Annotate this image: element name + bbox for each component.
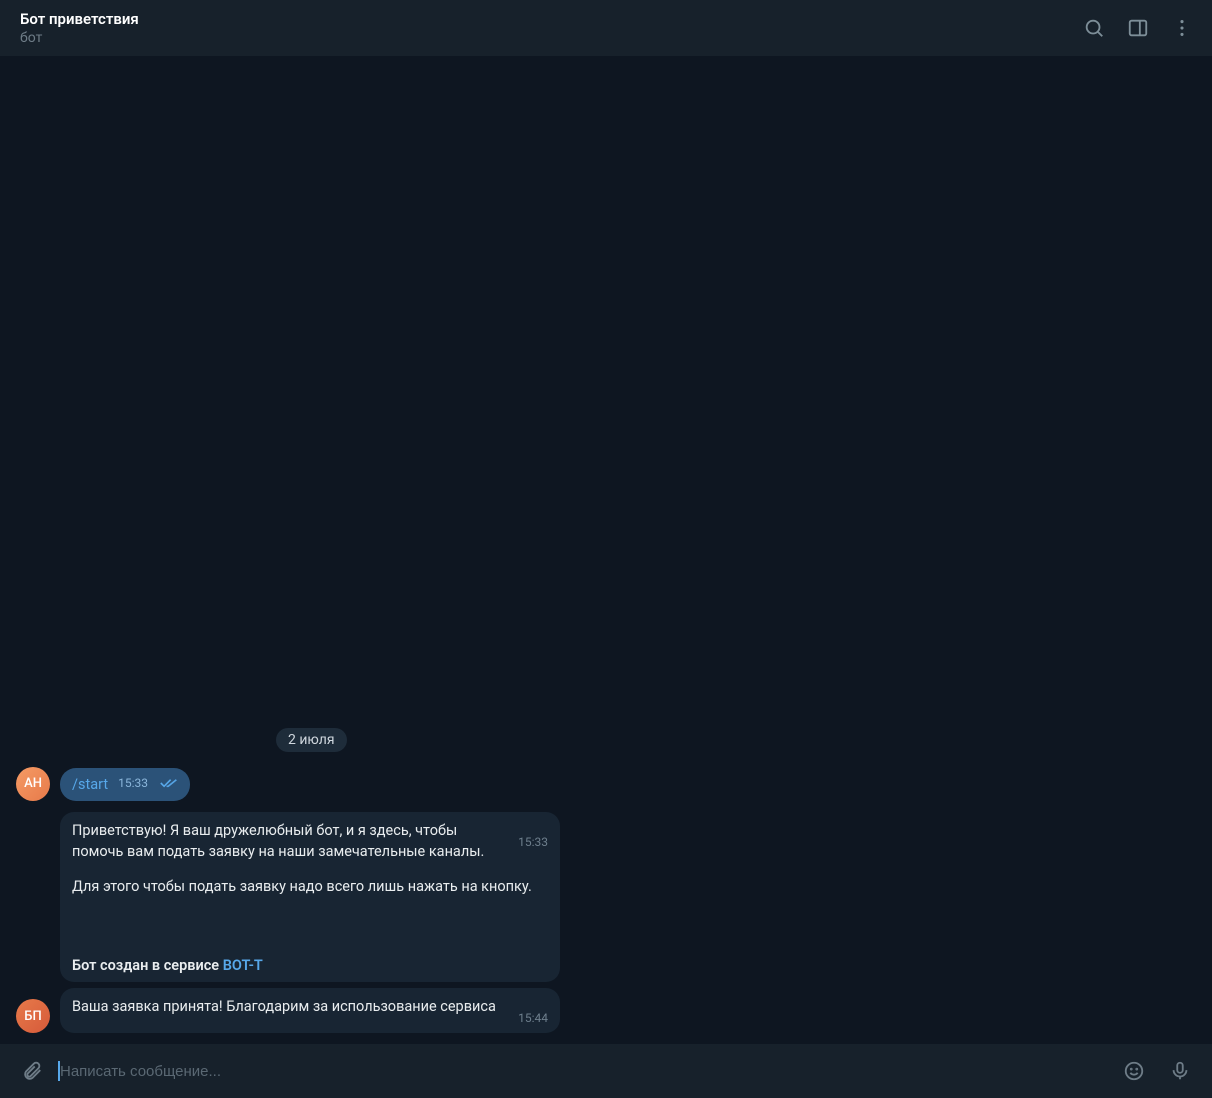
message-input[interactable] <box>58 1057 1108 1086</box>
header-actions <box>1072 6 1204 50</box>
message-bubble-incoming[interactable]: 15:33 Приветствую! Я ваш дружелюбный бот… <box>60 812 560 982</box>
text-caret <box>58 1061 60 1081</box>
avatar-bot[interactable]: БП <box>16 999 50 1033</box>
message-credit: Бот создан в сервисе BOT-T <box>72 955 548 976</box>
chat-scroll-area[interactable]: 2 июля АН /start 15:33 15:33 Приветствую… <box>0 56 1212 1044</box>
message-row: АН /start 15:33 <box>16 767 636 801</box>
message-text-para2: Для этого чтобы подать заявку надо всего… <box>72 876 548 897</box>
message-time: 15:33 <box>118 775 148 792</box>
emoji-button[interactable] <box>1114 1051 1154 1091</box>
message-time: 15:44 <box>518 1010 548 1027</box>
chat-header-info[interactable]: Бот приветствия бот <box>20 10 1072 47</box>
sidepanel-icon <box>1127 17 1149 39</box>
more-vertical-icon <box>1171 17 1193 39</box>
search-button[interactable] <box>1072 6 1116 50</box>
message-row: БП 15:44 Ваша заявка принята! Благодарим… <box>16 988 636 1033</box>
message-bubble-outgoing[interactable]: /start 15:33 <box>60 768 190 801</box>
sidepanel-button[interactable] <box>1116 6 1160 50</box>
message-input-wrap <box>58 1057 1108 1086</box>
read-checks-icon <box>160 774 178 795</box>
message-text: /start <box>72 774 108 795</box>
composer <box>0 1044 1212 1098</box>
credit-prefix: Бот создан в сервисе <box>72 957 223 974</box>
attach-button[interactable] <box>12 1051 52 1091</box>
date-separator-row: 2 июля <box>16 728 1212 752</box>
date-separator: 2 июля <box>276 728 347 752</box>
search-icon <box>1083 17 1105 39</box>
message-text-para1: Приветствую! Я ваш дружелюбный бот, и я … <box>72 820 548 862</box>
more-button[interactable] <box>1160 6 1204 50</box>
voice-button[interactable] <box>1160 1051 1200 1091</box>
chat-header: Бот приветствия бот <box>0 0 1212 56</box>
chat-title: Бот приветствия <box>20 10 1072 28</box>
message-row: 15:33 Приветствую! Я ваш дружелюбный бот… <box>16 812 636 982</box>
smile-icon <box>1123 1060 1145 1082</box>
credit-link[interactable]: BOT-T <box>223 957 263 974</box>
avatar-spacer <box>16 981 50 982</box>
message-text: Ваша заявка принята! Благодарим за испол… <box>72 996 548 1017</box>
microphone-icon <box>1169 1060 1191 1082</box>
chat-subtitle: бот <box>20 30 1072 47</box>
avatar-user[interactable]: АН <box>16 767 50 801</box>
message-bubble-incoming[interactable]: 15:44 Ваша заявка принята! Благодарим за… <box>60 988 560 1033</box>
message-time: 15:33 <box>518 834 548 851</box>
paperclip-icon <box>21 1060 43 1082</box>
